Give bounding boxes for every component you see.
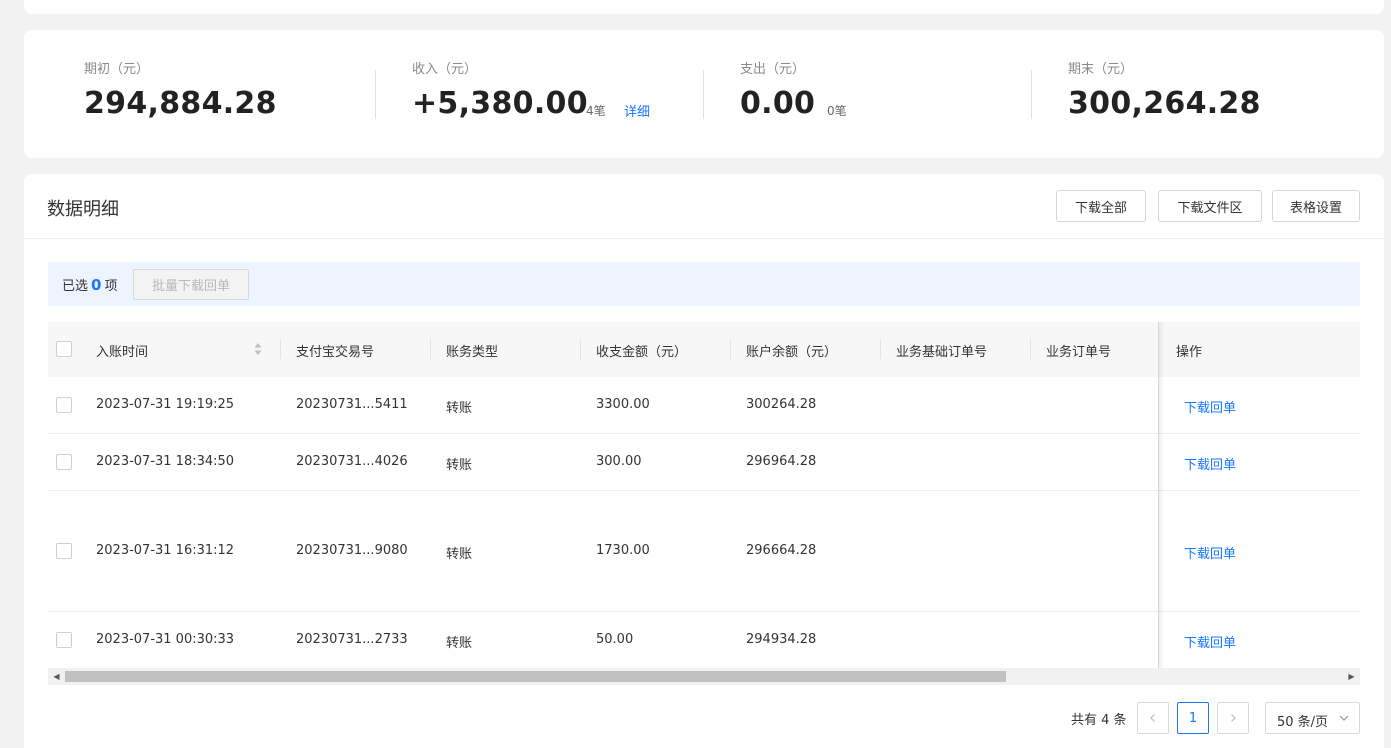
chevron-right-icon — [1231, 714, 1236, 722]
cell-trade-no: 20230731...9080 — [296, 543, 408, 558]
scroll-right-icon[interactable]: ▶ — [1343, 668, 1360, 685]
divider — [730, 339, 731, 359]
download-receipt-link[interactable]: 下载回单 — [1184, 543, 1236, 562]
divider — [280, 339, 281, 359]
cell-amount: 50.00 — [596, 632, 634, 647]
horizontal-scrollbar[interactable]: ◀ ▶ — [48, 668, 1360, 685]
divider — [24, 238, 1384, 239]
scroll-left-icon[interactable]: ◀ — [48, 668, 65, 685]
cell-balance: 300264.28 — [746, 397, 817, 412]
cell-balance: 296964.28 — [746, 454, 817, 469]
stat-income-value: +5,380.00 — [412, 86, 588, 121]
next-page-button[interactable] — [1217, 702, 1249, 734]
cell-type: 转账 — [446, 401, 473, 416]
download-receipt-link[interactable]: 下载回单 — [1184, 632, 1236, 651]
table-settings-button[interactable]: 表格设置 — [1272, 190, 1360, 222]
page-size-select[interactable]: 50 条/页 — [1265, 702, 1360, 734]
cell-type: 转账 — [446, 547, 473, 562]
selection-prefix: 已选 — [62, 279, 89, 294]
column-header: 支付宝交易号 — [296, 345, 375, 360]
divider — [880, 339, 881, 359]
cell-type: 转账 — [446, 636, 473, 651]
row-checkbox[interactable] — [56, 454, 72, 470]
row-checkbox[interactable] — [56, 397, 72, 413]
fixed-column-shadow — [1158, 322, 1164, 668]
stat-expense-label: 支出（元） — [740, 62, 806, 77]
download-all-button[interactable]: 下载全部 — [1056, 190, 1146, 222]
selection-bar: 已选 0 项 批量下载回单 — [48, 262, 1360, 306]
column-header: 收支金额（元） — [596, 345, 688, 360]
divider — [375, 70, 376, 119]
stat-closing-label: 期末（元） — [1068, 62, 1134, 77]
stat-expense-value: 0.00 — [740, 86, 816, 121]
stat-opening-label: 期初（元） — [84, 62, 150, 77]
sort-icon[interactable] — [254, 342, 262, 356]
download-receipt-link[interactable]: 下载回单 — [1184, 454, 1236, 473]
column-header: 业务订单号 — [1046, 345, 1112, 360]
page-number-button[interactable]: 1 — [1177, 702, 1209, 734]
column-header: 操作 — [1176, 345, 1203, 360]
stat-income-count: 4笔 — [586, 104, 606, 118]
cell-amount: 3300.00 — [596, 397, 650, 412]
stat-closing-value: 300,264.28 — [1068, 86, 1261, 121]
summary-card: 期初（元） 294,884.28 收入（元） +5,380.00 4笔 详细 支… — [24, 30, 1384, 158]
stat-expense-count: 0笔 — [827, 104, 847, 118]
cell-amount: 1730.00 — [596, 543, 650, 558]
top-card — [24, 0, 1384, 14]
column-header: 业务基础订单号 — [896, 345, 988, 360]
batch-download-button[interactable]: 批量下载回单 — [133, 269, 249, 300]
cell-time: 2023-07-31 00:30:33 — [96, 632, 235, 647]
row-checkbox[interactable] — [56, 543, 72, 559]
cell-time: 2023-07-31 19:19:25 — [96, 397, 235, 412]
cell-trade-no: 20230731...5411 — [296, 397, 408, 412]
row-checkbox[interactable] — [56, 632, 72, 648]
cell-time: 2023-07-31 18:34:50 — [96, 454, 235, 469]
column-header[interactable]: 入账时间 — [96, 341, 148, 360]
divider — [1030, 339, 1031, 359]
divider — [1031, 70, 1032, 119]
data-table: 入账时间 支付宝交易号 账务类型 收支金额（元） 账户余额（元） 业务基础订单号… — [48, 322, 1360, 668]
page-size-value: 50 条/页 — [1277, 715, 1329, 730]
stat-opening-value: 294,884.28 — [84, 86, 277, 121]
prev-page-button[interactable] — [1137, 702, 1169, 734]
section-title: 数据明细 — [47, 199, 119, 220]
income-detail-link[interactable]: 详细 — [624, 101, 650, 120]
select-all-checkbox[interactable] — [56, 341, 72, 357]
selection-suffix: 项 — [104, 279, 118, 294]
selection-count: 0 — [91, 276, 102, 294]
column-header: 账户余额（元） — [746, 345, 838, 360]
cell-type: 转账 — [446, 458, 473, 473]
chevron-left-icon — [1150, 714, 1155, 722]
download-area-button[interactable]: 下载文件区 — [1158, 190, 1262, 222]
detail-card: 数据明细 下载全部 下载文件区 表格设置 已选 0 项 批量下载回单 入账时间 支付… — [24, 174, 1384, 748]
cell-balance: 294934.28 — [746, 632, 817, 647]
cell-trade-no: 20230731...2733 — [296, 632, 408, 647]
pagination-total: 共有 4 条 — [1071, 713, 1127, 728]
divider — [430, 339, 431, 359]
stat-income-label: 收入（元） — [412, 62, 478, 77]
divider — [580, 339, 581, 359]
chevron-down-icon — [1339, 715, 1349, 721]
download-receipt-link[interactable]: 下载回单 — [1184, 397, 1236, 416]
cell-amount: 300.00 — [596, 454, 642, 469]
cell-time: 2023-07-31 16:31:12 — [96, 543, 235, 558]
cell-balance: 296664.28 — [746, 543, 817, 558]
cell-trade-no: 20230731...4026 — [296, 454, 408, 469]
divider — [703, 70, 704, 119]
scrollbar-thumb[interactable] — [65, 671, 1006, 682]
column-header: 账务类型 — [446, 345, 499, 360]
selection-count-text: 已选 0 项 — [62, 275, 117, 294]
